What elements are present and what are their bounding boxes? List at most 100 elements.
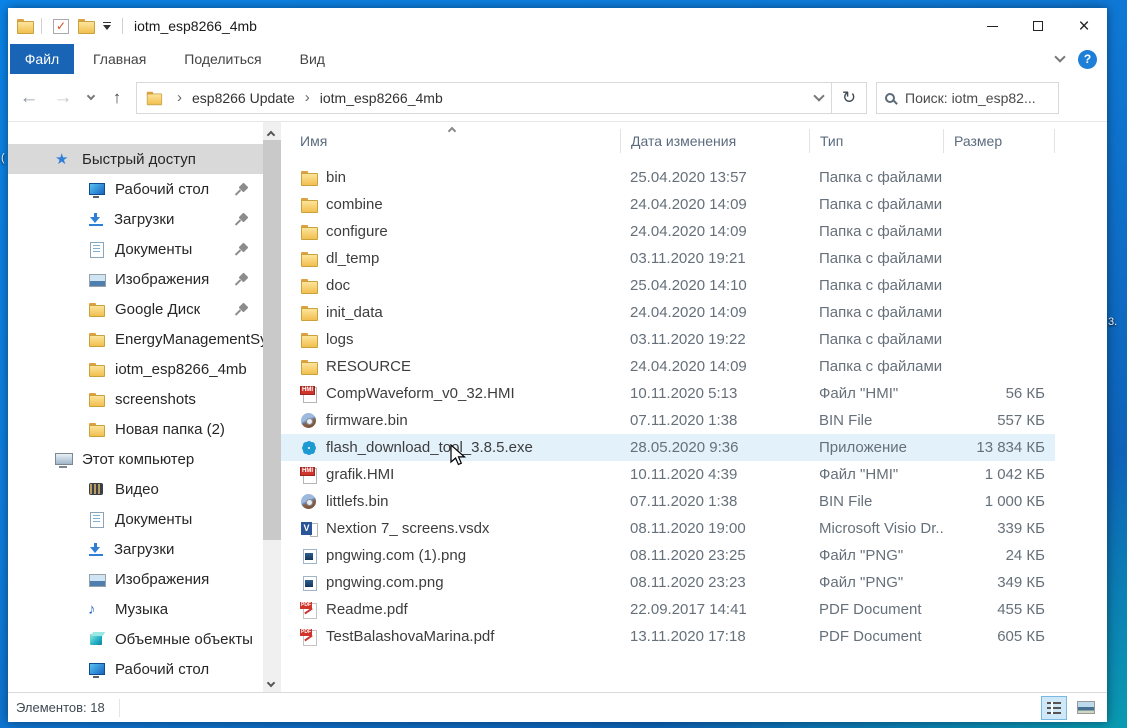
column-header-type[interactable]: Тип xyxy=(809,129,943,153)
ribbon-tab[interactable]: Вид xyxy=(281,44,344,74)
back-button[interactable]: ← xyxy=(12,82,46,114)
qat-properties-button[interactable]: ✓ xyxy=(49,17,73,36)
file-type: Файл "PNG" xyxy=(809,547,943,564)
ribbon-tab[interactable]: Главная xyxy=(74,44,165,74)
address-dropdown-icon[interactable] xyxy=(813,90,824,101)
sidebar-item[interactable]: Объемные объекты xyxy=(8,624,263,654)
sidebar-item[interactable]: Видео xyxy=(8,474,263,504)
sidebar-scrollbar[interactable] xyxy=(263,122,281,692)
file-row[interactable]: logs03.11.2020 19:22Папка с файлами xyxy=(281,326,1055,353)
column-header-size[interactable]: Размер xyxy=(943,129,1055,153)
ribbon-expand-button[interactable] xyxy=(1056,57,1064,61)
sidebar-item[interactable]: Документы xyxy=(8,234,263,264)
file-row[interactable]: Nextion 7_ screens.vsdx08.11.2020 19:00M… xyxy=(281,515,1055,542)
file-size: 24 КБ xyxy=(943,547,1055,564)
scroll-down-icon[interactable] xyxy=(267,679,275,687)
sidebar-item[interactable]: Изображения xyxy=(8,264,263,294)
file-row[interactable]: combine24.04.2020 14:09Папка с файлами xyxy=(281,191,1055,218)
file-row[interactable]: dl_temp03.11.2020 19:21Папка с файлами xyxy=(281,245,1055,272)
file-rows: bin25.04.2020 13:57Папка с файламиcombin… xyxy=(281,160,1107,650)
file-row[interactable]: littlefs.bin07.11.2020 1:38BIN File1 000… xyxy=(281,488,1055,515)
scroll-up-icon[interactable] xyxy=(267,131,275,139)
sidebar-section[interactable]: ★Быстрый доступ xyxy=(8,144,263,174)
address-bar[interactable]: ›esp8266 Update›iotm_esp8266_4mb xyxy=(136,82,832,114)
close-button[interactable]: × xyxy=(1061,8,1107,44)
sidebar-item[interactable]: ♪Музыка xyxy=(8,594,263,624)
sidebar-item-label: Документы xyxy=(115,241,192,258)
sidebar-item[interactable]: iotm_esp8266_4mb xyxy=(8,354,263,384)
pictures-icon xyxy=(88,572,105,587)
file-date: 22.09.2017 14:41 xyxy=(620,601,809,618)
music-icon: ♪ xyxy=(88,602,105,617)
sidebar-item[interactable]: EnergyManagementSystemN xyxy=(8,324,263,354)
sidebar-item[interactable]: Изображения xyxy=(8,564,263,594)
sidebar-item[interactable]: Документы xyxy=(8,504,263,534)
sidebar-section[interactable]: Этот компьютер xyxy=(8,444,263,474)
separator xyxy=(41,18,42,34)
desktop-text-fragment-left: ( xyxy=(1,152,5,164)
file-row[interactable]: Readme.pdf22.09.2017 14:41PDF Document45… xyxy=(281,596,1055,623)
up-button[interactable]: ↑ xyxy=(102,82,132,114)
folder-icon xyxy=(300,359,318,375)
details-view-button[interactable] xyxy=(1041,696,1067,720)
file-name: doc xyxy=(326,277,620,294)
sidebar-item[interactable]: Загрузки xyxy=(8,204,263,234)
pencil-mark xyxy=(304,607,313,614)
file-row[interactable]: RESOURCE24.04.2020 14:09Папка с файлами xyxy=(281,353,1055,380)
png-icon xyxy=(300,548,318,564)
minimize-button[interactable] xyxy=(969,8,1015,44)
file-name: logs xyxy=(326,331,620,348)
file-row[interactable]: bin25.04.2020 13:57Папка с файлами xyxy=(281,164,1055,191)
sidebar-item[interactable]: Рабочий стол xyxy=(8,174,263,204)
scrollbar-thumb[interactable] xyxy=(263,140,281,540)
file-row[interactable]: grafik.HMI10.11.2020 4:39Файл "HMI"1 042… xyxy=(281,461,1055,488)
column-headers: Имя Дата изменения Тип Размер xyxy=(281,122,1107,160)
file-row[interactable]: flash_download_tool_3.8.5.exe28.05.2020 … xyxy=(281,434,1055,461)
help-button[interactable]: ? xyxy=(1078,50,1097,69)
maximize-button[interactable] xyxy=(1015,8,1061,44)
chevron-down-icon xyxy=(87,91,95,99)
window-title: iotm_esp8266_4mb xyxy=(134,18,257,34)
ribbon-tab[interactable]: Файл xyxy=(10,44,74,74)
breadcrumb-segment[interactable]: esp8266 Update xyxy=(190,90,297,106)
file-name: Nextion 7_ screens.vsdx xyxy=(326,520,620,537)
explorer-window: ✓ iotm_esp8266_4mb × ФайлГлавнаяПоделить… xyxy=(8,8,1107,722)
sidebar-item[interactable]: Загрузки xyxy=(8,534,263,564)
file-name: grafik.HMI xyxy=(326,466,620,483)
sidebar-item-label: Рабочий стол xyxy=(115,181,209,198)
file-row[interactable]: CompWaveform_v0_32.HMI10.11.2020 5:13Фай… xyxy=(281,380,1055,407)
sidebar-item-label: Новая папка (2) xyxy=(115,421,225,438)
search-input[interactable] xyxy=(905,90,1050,106)
title-bar[interactable]: ✓ iotm_esp8266_4mb × xyxy=(8,8,1107,44)
sidebar-item-label: Объемные объекты xyxy=(115,631,253,648)
qat-new-folder-button[interactable] xyxy=(73,16,99,36)
sidebar-item[interactable]: Google Диск xyxy=(8,294,263,324)
sidebar-item[interactable]: Рабочий стол xyxy=(8,654,263,684)
thumbnails-view-button[interactable] xyxy=(1073,696,1099,720)
file-row[interactable]: TestBalashovaMarina.pdf13.11.2020 17:18P… xyxy=(281,623,1055,650)
file-row[interactable]: configure24.04.2020 14:09Папка с файлами xyxy=(281,218,1055,245)
file-type: Папка с файлами xyxy=(809,250,943,267)
recent-locations-button[interactable] xyxy=(80,82,102,114)
file-row[interactable]: pngwing.com.png08.11.2020 23:23Файл "PNG… xyxy=(281,569,1055,596)
column-header-date[interactable]: Дата изменения xyxy=(620,129,809,153)
file-row[interactable]: pngwing.com (1).png08.11.2020 23:25Файл … xyxy=(281,542,1055,569)
file-type: Папка с файлами xyxy=(809,169,943,186)
file-date: 13.11.2020 17:18 xyxy=(620,628,809,645)
refresh-button[interactable]: ↻ xyxy=(832,82,867,114)
exe-icon xyxy=(300,440,318,456)
column-header-name[interactable]: Имя xyxy=(300,129,620,153)
sidebar-item[interactable]: screenshots xyxy=(8,384,263,414)
qat-customize-button[interactable] xyxy=(99,20,115,32)
file-type: Файл "HMI" xyxy=(809,385,943,402)
file-row[interactable]: init_data24.04.2020 14:09Папка с файлами xyxy=(281,299,1055,326)
ribbon-tab[interactable]: Поделиться xyxy=(165,44,280,74)
window-controls: × xyxy=(969,8,1107,44)
sidebar-item[interactable]: Новая папка (2) xyxy=(8,414,263,444)
file-type: Microsoft Visio Dr... xyxy=(809,520,943,537)
file-row[interactable]: doc25.04.2020 14:10Папка с файлами xyxy=(281,272,1055,299)
file-date: 24.04.2020 14:09 xyxy=(620,304,809,321)
forward-button[interactable]: → xyxy=(46,82,80,114)
file-row[interactable]: firmware.bin07.11.2020 1:38BIN File557 К… xyxy=(281,407,1055,434)
breadcrumb-segment[interactable]: iotm_esp8266_4mb xyxy=(318,90,445,106)
